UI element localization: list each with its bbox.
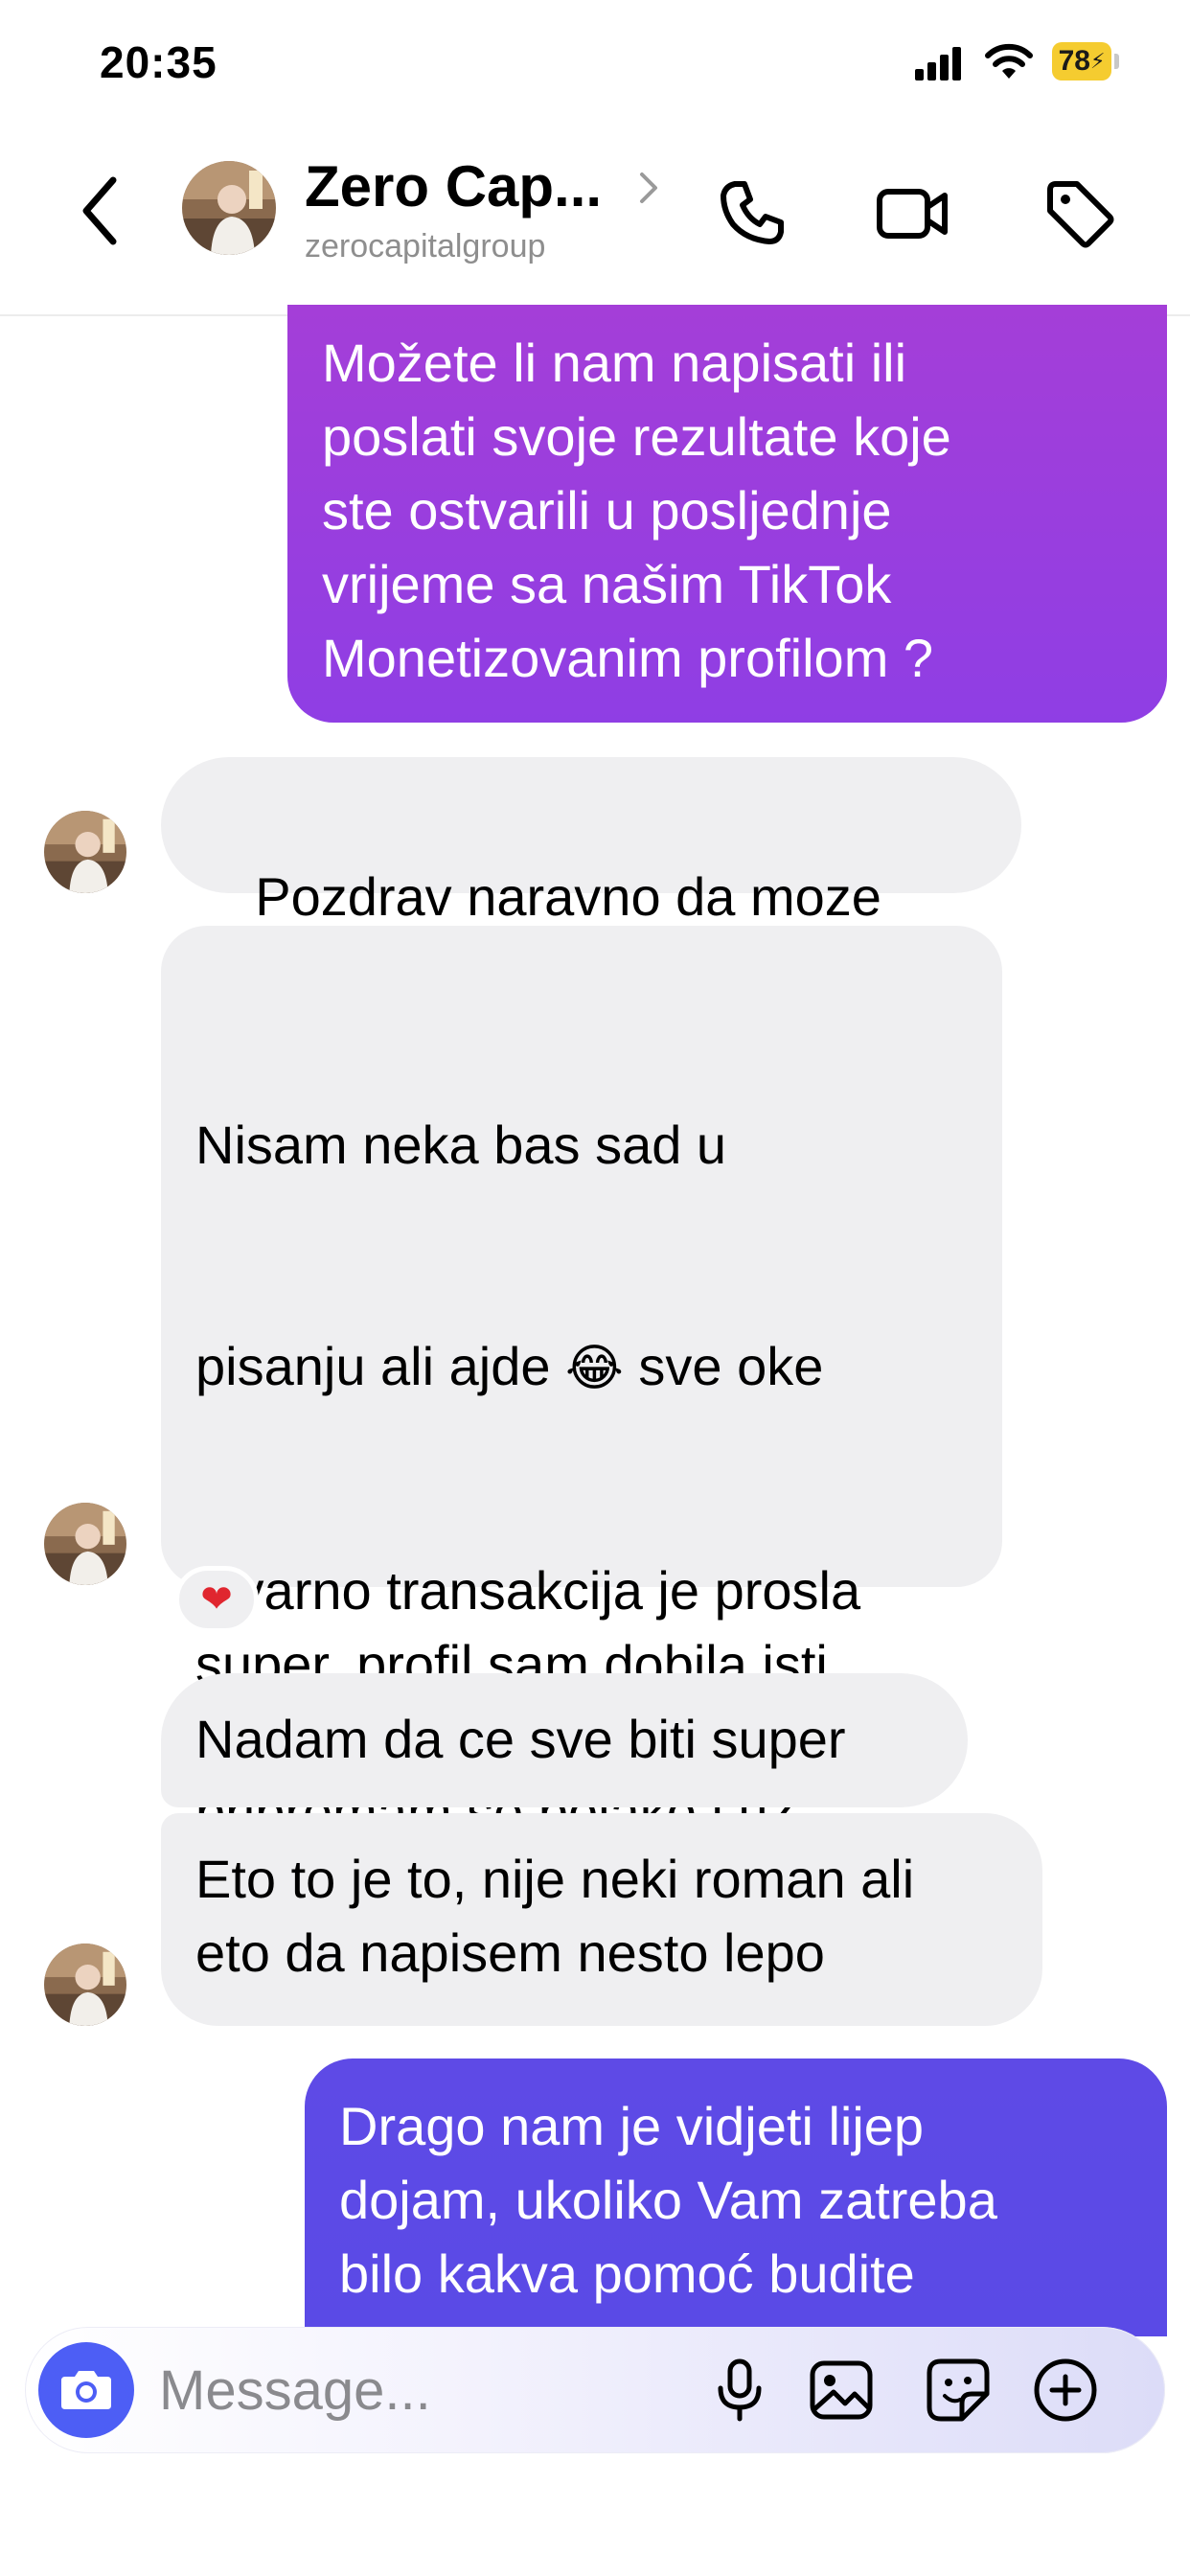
battery-charging-icon: 78 ⚡ [1052,42,1111,80]
sender-avatar[interactable] [44,811,126,893]
contact-handle[interactable]: zerocapitalgroup [305,228,545,265]
home-indicator-area [0,2472,1190,2576]
sticker-icon[interactable] [924,2356,993,2425]
battery-level: 78 [1058,45,1090,77]
message-line: Nisam neka bas sad u [195,1115,727,1175]
message-input[interactable] [159,2354,696,2426]
back-chevron-icon[interactable] [77,172,125,249]
wifi-icon [985,43,1033,79]
status-bar: 20:35 78 ⚡ [0,0,1190,125]
message-line: pisanju ali ajde 😂 sve oke [195,1336,824,1397]
incoming-message[interactable]: Nadam da ce sve biti super [161,1673,968,1807]
contact-avatar[interactable] [182,161,276,255]
message-composer [25,2327,1165,2453]
contact-name[interactable]: Zero Cap... [305,153,602,219]
phone-icon[interactable] [714,174,790,251]
incoming-message[interactable]: Pozdrav naravno da moze 😝 [161,757,1021,1001]
camera-icon [61,2371,111,2409]
chat-header: Zero Cap... zerocapitalgroup [0,125,1190,316]
status-time: 20:35 [100,37,217,87]
outgoing-message[interactable]: Možete li nam napisati ili poslati svoje… [287,305,1167,723]
heart-reaction-icon[interactable]: ❤ [174,1566,259,1633]
gallery-icon[interactable] [807,2356,876,2425]
chevron-right-icon[interactable] [638,169,659,207]
incoming-message[interactable]: Eto to je to, nije neki roman ali eto da… [161,1813,1042,2026]
video-camera-icon[interactable] [874,174,950,251]
add-icon[interactable] [1031,2356,1100,2425]
outgoing-message[interactable]: Drago nam je vidjeti lijep dojam, ukolik… [305,2058,1167,2336]
tears-of-joy-emoji: 😂 [565,1340,624,1397]
message-text: Pozdrav naravno da moze [255,866,881,927]
cellular-signal-icon [915,46,963,80]
microphone-icon[interactable] [705,2356,774,2425]
camera-button[interactable] [38,2342,134,2438]
tag-icon[interactable] [1041,174,1117,251]
sender-avatar[interactable] [44,1503,126,1585]
incoming-message[interactable]: Nisam neka bas sad u pisanju ali ajde 😂 … [161,926,1002,1990]
battery-tip [1114,54,1119,69]
sender-avatar[interactable] [44,1944,126,2026]
